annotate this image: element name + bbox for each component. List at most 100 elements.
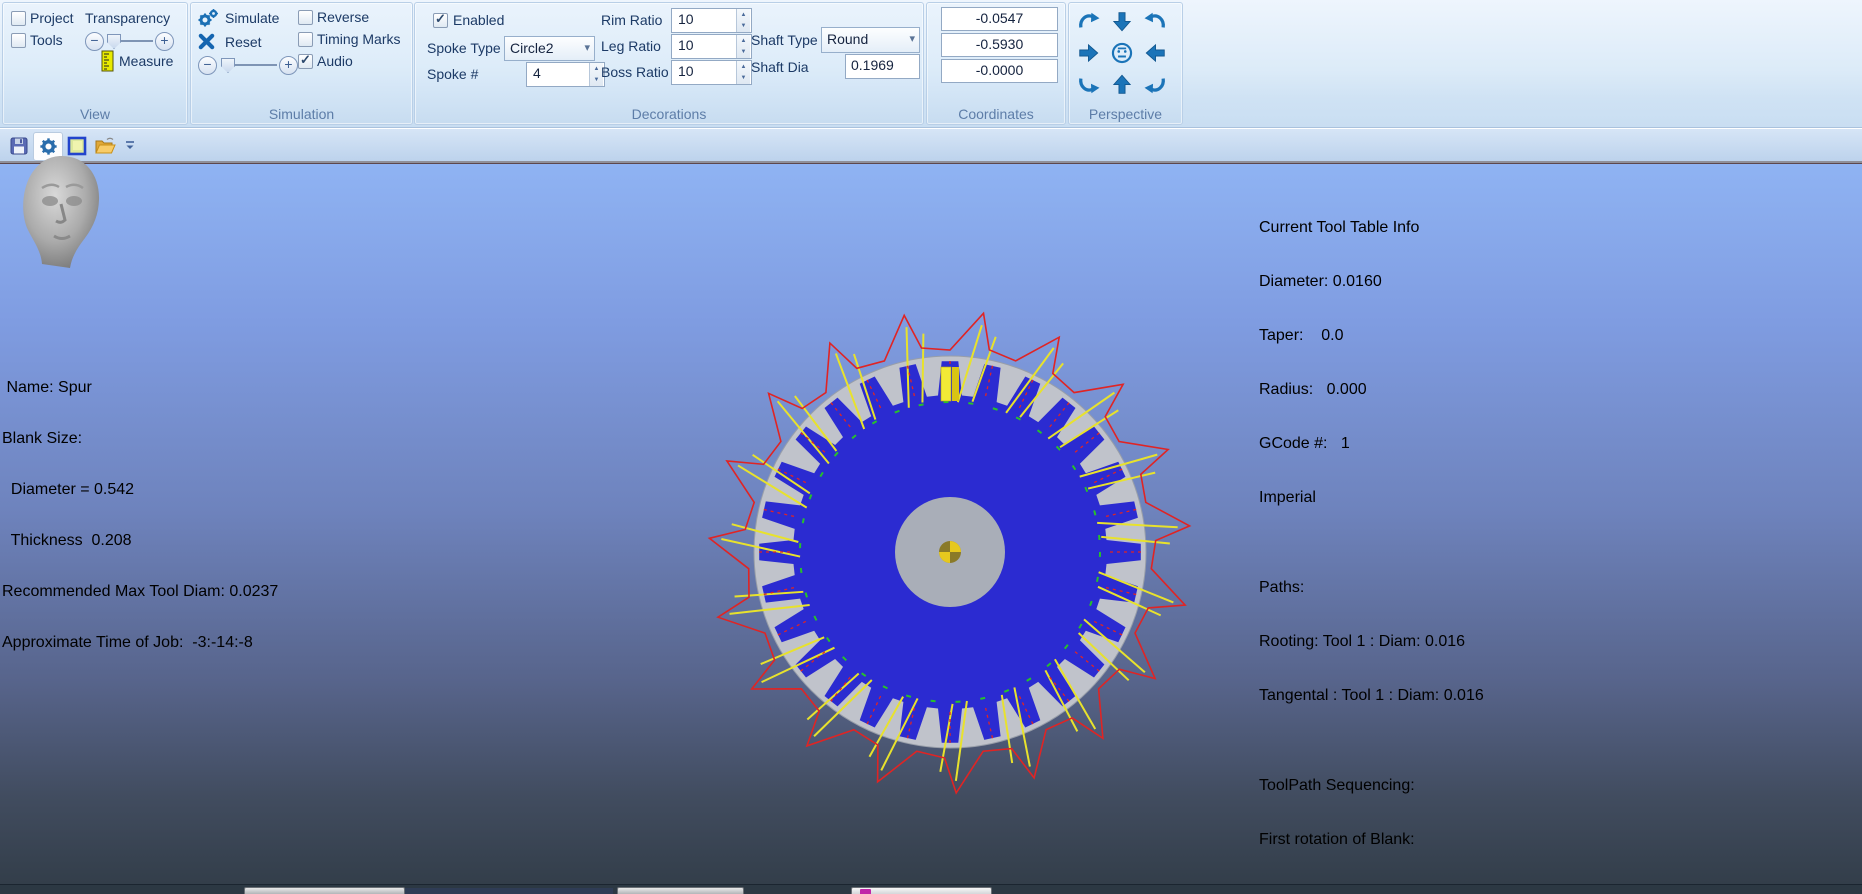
spoke-type-label: Spoke Type (427, 40, 501, 56)
info-line: First rotation of Blank: (1259, 831, 1484, 849)
transparency-slider-track[interactable] (121, 40, 153, 42)
boss-ratio-spinner[interactable]: 10 (671, 60, 752, 85)
info-line: Rooting: Tool 1 : Diam: 0.016 (1259, 633, 1484, 651)
toolbar-overflow-icon (125, 141, 135, 150)
pan-down-icon[interactable] (1107, 7, 1137, 37)
perspective-group-title: Perspective (1069, 106, 1182, 122)
spoke-type-value: Circle2 (510, 40, 554, 56)
tools-label: Tools (30, 32, 63, 48)
decorations-group-title: Decorations (415, 106, 923, 122)
rim-ratio-spin-buttons[interactable] (736, 9, 750, 32)
enabled-label: Enabled (453, 12, 504, 28)
transparency-decrease-button[interactable] (85, 32, 104, 51)
reset-view-smiley-icon[interactable] (1107, 38, 1137, 68)
speed-decrease-button[interactable] (198, 56, 217, 75)
leg-ratio-spinner[interactable]: 10 (671, 34, 752, 59)
info-line: Name: Spur (2, 379, 278, 396)
head-model (12, 152, 112, 274)
spoke-count-spinner[interactable]: 4 (526, 62, 605, 87)
timing-marks-checkbox[interactable] (298, 32, 313, 47)
gear-model[interactable] (700, 300, 1220, 820)
reset-icon (197, 32, 216, 51)
spoke-type-dropdown[interactable]: Circle2 (504, 36, 595, 61)
project-label: Project (30, 10, 74, 26)
shaft-dia-value: 0.1969 (851, 57, 894, 73)
rim-ratio-value: 10 (678, 11, 694, 27)
info-line: GCode #: 1 (1259, 435, 1484, 453)
shaft-dia-label: Shaft Dia (751, 59, 809, 75)
shaft-dia-field[interactable]: 0.1969 (845, 54, 920, 79)
reset-label: Reset (225, 34, 262, 50)
taskbar-button[interactable] (851, 887, 992, 894)
view-group-title: View (3, 106, 187, 122)
info-line: Taper: 0.0 (1259, 327, 1484, 345)
coordinate-z-input[interactable]: -0.0000 (941, 59, 1058, 83)
project-checkbox[interactable] (11, 11, 26, 26)
boss-ratio-value: 10 (678, 63, 694, 79)
leg-ratio-value: 10 (678, 37, 694, 53)
rim-ratio-spinner[interactable]: 10 (671, 8, 752, 33)
info-line: ToolPath Sequencing: (1259, 777, 1484, 795)
reset-button[interactable]: Reset (197, 32, 277, 52)
shaft-type-label: Shaft Type (751, 32, 818, 48)
leg-ratio-spin-buttons[interactable] (736, 35, 750, 58)
transparency-increase-button[interactable] (155, 32, 174, 51)
simulate-icon (197, 8, 219, 28)
ribbon-group-coordinates: -0.0547 -0.5930 -0.0000 Coordinates (926, 2, 1066, 125)
tool-table-info-text: Current Tool Table Info Diameter: 0.0160… (1259, 183, 1484, 894)
speed-slider-track[interactable] (235, 64, 277, 66)
audio-checkbox[interactable] (298, 54, 313, 69)
viewport-3d[interactable]: Name: Spur Blank Size: Diameter = 0.542 … (0, 164, 1862, 884)
taskbar (0, 884, 1862, 894)
gear-cam-application: Project Tools Transparency Measure View (0, 0, 1862, 894)
ribbon-group-perspective: Perspective (1068, 2, 1183, 125)
info-line: Blank Size: (2, 430, 278, 447)
boss-ratio-spin-buttons[interactable] (736, 61, 750, 84)
transparency-slider-thumb[interactable] (107, 34, 121, 49)
speed-increase-button[interactable] (279, 56, 298, 75)
simulate-button[interactable]: Simulate (197, 8, 287, 28)
speed-slider-thumb[interactable] (221, 58, 235, 73)
decorations-enabled-checkbox[interactable] (433, 13, 448, 28)
info-line: Thickness 0.208 (2, 532, 278, 549)
taskbar-button[interactable] (244, 887, 405, 894)
rim-ratio-label: Rim Ratio (601, 12, 662, 28)
reverse-checkbox[interactable] (298, 10, 313, 25)
measure-button[interactable]: Measure (101, 50, 181, 72)
blank-info-text: Name: Spur Blank Size: Diameter = 0.542 … (2, 345, 278, 685)
spoke-count-label: Spoke # (427, 66, 478, 82)
taskbar-app-icon (860, 889, 871, 894)
info-line: Paths: (1259, 579, 1484, 597)
ribbon: Project Tools Transparency Measure View (0, 0, 1862, 128)
tilt-cw-icon[interactable] (1074, 69, 1104, 99)
pan-left-icon[interactable] (1140, 38, 1170, 68)
pan-up-icon[interactable] (1107, 69, 1137, 99)
spoke-count-value: 4 (533, 65, 541, 81)
measure-icon (101, 50, 115, 72)
coordinate-x-input[interactable]: -0.0547 (941, 7, 1058, 31)
shaft-type-dropdown[interactable]: Round (821, 27, 920, 53)
coordinates-group-title: Coordinates (927, 106, 1065, 122)
taskbar-button[interactable] (617, 887, 744, 894)
tools-checkbox[interactable] (11, 33, 26, 48)
simulation-group-title: Simulation (191, 106, 412, 122)
leg-ratio-label: Leg Ratio (601, 38, 661, 54)
toolbar-overflow-button[interactable] (122, 132, 138, 159)
transparency-label: Transparency (85, 10, 170, 26)
coordinate-y-input[interactable]: -0.5930 (941, 33, 1058, 57)
rotate-cw-icon[interactable] (1074, 7, 1104, 37)
rotate-ccw-icon[interactable] (1140, 7, 1170, 37)
perspective-arrow-grid (1074, 7, 1170, 100)
info-line: Diameter = 0.542 (2, 481, 278, 498)
ribbon-group-simulation: Simulate Reset Reverse Timing Marks Audi… (190, 2, 413, 125)
info-line: Imperial (1259, 489, 1484, 507)
audio-label: Audio (317, 53, 353, 69)
reverse-label: Reverse (317, 9, 369, 25)
info-line: Radius: 0.000 (1259, 381, 1484, 399)
boss-ratio-label: Boss Ratio (601, 64, 669, 80)
shaft-type-value: Round (827, 31, 868, 47)
tilt-ccw-icon[interactable] (1140, 69, 1170, 99)
pan-right-icon[interactable] (1074, 38, 1104, 68)
info-line: Tangental : Tool 1 : Diam: 0.016 (1259, 687, 1484, 705)
simulate-label: Simulate (225, 10, 279, 26)
